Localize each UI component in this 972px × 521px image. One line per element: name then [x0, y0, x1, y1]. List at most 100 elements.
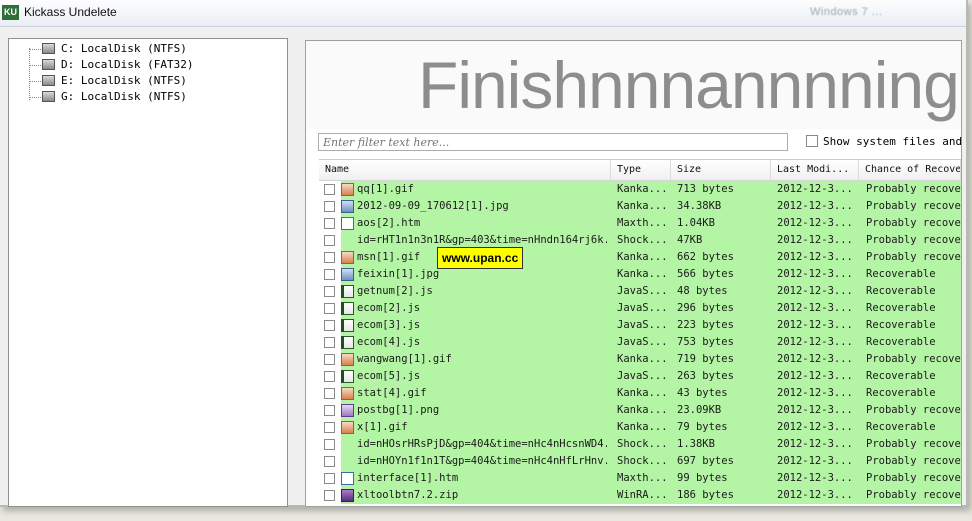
drive-icon — [42, 75, 55, 86]
file-type: Kanka... — [617, 404, 668, 416]
table-row[interactable]: ecom[2].js JavaS... 296 bytes 2012-12-3.… — [319, 300, 961, 317]
file-type: JavaS... — [617, 285, 668, 297]
table-row[interactable]: postbg[1].png Kanka... 23.09KB 2012-12-3… — [319, 402, 961, 419]
file-size: 48 bytes — [677, 285, 728, 297]
table-row[interactable]: feixin[1].jpg Kanka... 566 bytes 2012-12… — [319, 266, 961, 283]
tree-dots — [29, 97, 41, 98]
file-name: id=nHOYn1f1n1T&gp=404&time=nHc4nHfLrHnv.… — [357, 455, 607, 467]
file-chance: Probably recove — [866, 217, 961, 229]
gif-icon — [341, 251, 354, 264]
row-checkbox[interactable] — [324, 269, 335, 280]
row-checkbox[interactable] — [324, 320, 335, 331]
file-type: Kanka... — [617, 353, 668, 365]
gif-icon — [341, 353, 354, 366]
file-last-modified: 2012-12-3... — [777, 319, 853, 331]
drive-tree[interactable]: C: LocalDisk (NTFS) D: LocalDisk (FAT32)… — [8, 38, 288, 507]
tree-item-label: C: LocalDisk (NTFS) — [61, 42, 187, 55]
row-checkbox[interactable] — [324, 439, 335, 450]
file-size: 296 bytes — [677, 302, 734, 314]
file-last-modified: 2012-12-3... — [777, 472, 853, 484]
row-checkbox[interactable] — [324, 201, 335, 212]
tree-item-label: G: LocalDisk (NTFS) — [61, 90, 187, 103]
table-row[interactable]: interface[1].htm Maxth... 99 bytes 2012-… — [319, 470, 961, 487]
row-checkbox[interactable] — [324, 388, 335, 399]
file-last-modified: 2012-12-3... — [777, 370, 853, 382]
table-row[interactable]: id=rHT1n1n3n1R&gp=403&time=nHndn164rj6k.… — [319, 232, 961, 249]
table-row[interactable]: ecom[3].js JavaS... 223 bytes 2012-12-3.… — [319, 317, 961, 334]
file-chance: Probably recove — [866, 183, 961, 195]
column-header-last-modified[interactable]: Last Modi... — [771, 160, 859, 180]
table-row[interactable]: qq[1].gif Kanka... 713 bytes 2012-12-3..… — [319, 181, 961, 198]
table-row[interactable]: id=nHOYn1f1n1T&gp=404&time=nHc4nHfLrHnv.… — [319, 453, 961, 470]
file-last-modified: 2012-12-3... — [777, 183, 853, 195]
table-row[interactable]: ecom[5].js JavaS... 263 bytes 2012-12-3.… — [319, 368, 961, 385]
file-last-modified: 2012-12-3... — [777, 251, 853, 263]
tree-item-label: E: LocalDisk (NTFS) — [61, 74, 187, 87]
file-type: JavaS... — [617, 302, 668, 314]
row-checkbox[interactable] — [324, 422, 335, 433]
file-type: Shock... — [617, 234, 668, 246]
table-row[interactable]: wangwang[1].gif Kanka... 719 bytes 2012-… — [319, 351, 961, 368]
file-size: 1.04KB — [677, 217, 715, 229]
file-type: JavaS... — [617, 336, 668, 348]
table-row[interactable]: id=nHOsrHRsPjD&gp=404&time=nHc4nHcsnWD4.… — [319, 436, 961, 453]
drive-icon — [42, 91, 55, 102]
table-row[interactable]: getnum[2].js JavaS... 48 bytes 2012-12-3… — [319, 283, 961, 300]
column-header-type[interactable]: Type — [611, 160, 671, 180]
file-chance: Probably recove — [866, 353, 961, 365]
row-checkbox[interactable] — [324, 371, 335, 382]
column-header-size[interactable]: Size — [671, 160, 771, 180]
table-row[interactable]: 2012-09-09_170612[1].jpg Kanka... 34.38K… — [319, 198, 961, 215]
file-type: Shock... — [617, 455, 668, 467]
file-size: 697 bytes — [677, 455, 734, 467]
file-chance: Recoverable — [866, 319, 936, 331]
file-type: Kanka... — [617, 251, 668, 263]
row-checkbox[interactable] — [324, 354, 335, 365]
row-checkbox[interactable] — [324, 184, 335, 195]
row-checkbox[interactable] — [324, 218, 335, 229]
file-name: ecom[2].js — [357, 302, 421, 314]
file-last-modified: 2012-12-3... — [777, 336, 853, 348]
table-row[interactable]: msn[1].gif Kanka... 662 bytes 2012-12-3.… — [319, 249, 961, 266]
column-header-name[interactable]: Name — [319, 160, 611, 180]
htm-icon — [341, 472, 354, 485]
file-name: stat[4].gif — [357, 387, 427, 399]
row-checkbox[interactable] — [324, 456, 335, 467]
file-name: ecom[4].js — [357, 336, 421, 348]
table-row[interactable]: ecom[4].js JavaS... 753 bytes 2012-12-3.… — [319, 334, 961, 351]
file-chance: Probably recove — [866, 234, 961, 246]
table-row[interactable]: xltoolbtn7.2.zip WinRA... 186 bytes 2012… — [319, 487, 961, 504]
file-name: getnum[2].js — [357, 285, 433, 297]
row-checkbox[interactable] — [324, 405, 335, 416]
js-icon — [341, 336, 354, 349]
file-size: 43 bytes — [677, 387, 728, 399]
file-name: id=nHOsrHRsPjD&gp=404&time=nHc4nHcsnWD4.… — [357, 438, 607, 450]
file-name: x[1].gif — [357, 421, 408, 433]
table-row[interactable]: aos[2].htm Maxth... 1.04KB 2012-12-3... … — [319, 215, 961, 232]
file-name: 2012-09-09_170612[1].jpg — [357, 200, 509, 212]
file-chance: Recoverable — [866, 421, 936, 433]
show-system-files-checkbox[interactable] — [806, 135, 818, 147]
file-name: aos[2].htm — [357, 217, 421, 229]
file-type: Kanka... — [617, 421, 668, 433]
row-checkbox[interactable] — [324, 490, 335, 501]
row-checkbox[interactable] — [324, 473, 335, 484]
file-name: xltoolbtn7.2.zip — [357, 489, 459, 501]
file-chance: Probably recove — [866, 489, 961, 501]
file-size: 79 bytes — [677, 421, 728, 433]
gif-icon — [341, 387, 354, 400]
file-type: Shock... — [617, 438, 668, 450]
row-checkbox[interactable] — [324, 337, 335, 348]
table-row[interactable]: x[1].gif Kanka... 79 bytes 2012-12-3... … — [319, 419, 961, 436]
row-checkbox[interactable] — [324, 252, 335, 263]
file-type: Kanka... — [617, 268, 668, 280]
row-checkbox[interactable] — [324, 235, 335, 246]
file-type: Kanka... — [617, 183, 668, 195]
file-list[interactable]: Name Type Size Last Modi... Chance of Re… — [319, 159, 961, 507]
column-header-chance[interactable]: Chance of Recove — [859, 160, 961, 180]
table-row[interactable]: stat[4].gif Kanka... 43 bytes 2012-12-3.… — [319, 385, 961, 402]
file-last-modified: 2012-12-3... — [777, 438, 853, 450]
row-checkbox[interactable] — [324, 286, 335, 297]
filter-input[interactable] — [318, 133, 788, 151]
row-checkbox[interactable] — [324, 303, 335, 314]
